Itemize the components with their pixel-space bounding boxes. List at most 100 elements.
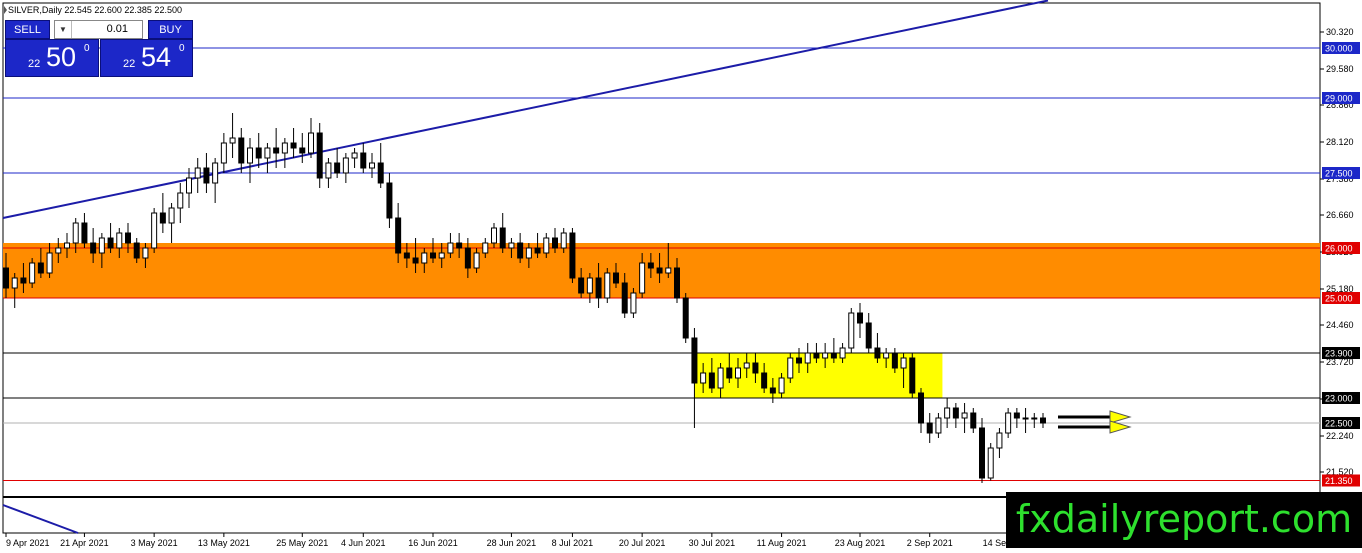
candle-body-bull: [194, 167, 201, 179]
sell-price-prefix: 22: [28, 58, 41, 70]
candle: [630, 288, 637, 318]
buy-price-big: 54: [141, 42, 172, 72]
x-tick-label: 25 May 2021: [276, 538, 328, 548]
candle-body-bull: [560, 232, 567, 249]
candle-body-bear: [909, 357, 916, 394]
candle-body-bull: [935, 417, 942, 434]
candle-body-bear: [81, 222, 88, 244]
candle-body-bull: [1005, 412, 1012, 434]
candle: [909, 353, 916, 398]
candle-body-bear: [125, 232, 131, 244]
candle-body-bull: [281, 142, 288, 154]
buy-price-prefix: 22: [123, 58, 136, 70]
x-tick-label: 2 Sep 2021: [907, 538, 953, 548]
sell-price-box[interactable]: 22 50 0: [5, 39, 99, 77]
candle-body-bear: [647, 262, 654, 269]
candle-body-bear: [761, 372, 768, 389]
candle-body-bear: [3, 267, 9, 289]
candle-body-bull: [883, 352, 890, 359]
x-tick-label: 4 Jun 2021: [341, 538, 386, 548]
candle-body-bear: [20, 277, 27, 284]
candle-body-bear: [456, 242, 463, 249]
candle-body-bear: [830, 352, 837, 359]
candle: [682, 293, 689, 343]
candle-body-bear: [674, 267, 680, 299]
candle-body-bear: [569, 232, 576, 279]
candle-body-bear: [316, 132, 323, 179]
candle-body-bull: [822, 352, 829, 359]
candle-body-bull: [325, 162, 332, 179]
candle-body-bull: [351, 152, 358, 159]
candle-body-bear: [926, 422, 933, 434]
candle-body-bear: [613, 272, 619, 284]
sell-button[interactable]: SELL: [5, 20, 50, 39]
level-label: 25.000: [1325, 294, 1353, 304]
candle-body-bull: [508, 242, 515, 249]
candle-body-bull: [525, 247, 532, 259]
candle-body-bear: [386, 182, 393, 219]
candle-body-bear: [682, 297, 689, 339]
candle-body-bull: [778, 377, 785, 394]
candle-body-bull: [482, 242, 489, 254]
candle: [848, 308, 855, 353]
candle: [316, 123, 323, 188]
chart-window: 30.32029.58028.86028.12027.38026.66025.9…: [0, 0, 1362, 553]
buy-price-box[interactable]: 22 54 0: [100, 39, 193, 77]
lot-dropdown-icon[interactable]: ▼: [55, 21, 72, 38]
candle-body-bear: [203, 167, 210, 184]
one-click-trading-panel: SELL ▼ 0.01 BUY 22 50 0 22 54 0: [5, 20, 193, 78]
candle-body-bull: [212, 162, 219, 184]
candle-body-bull: [55, 247, 62, 254]
level-label: 27.500: [1325, 169, 1353, 179]
candle-body-bear: [464, 247, 471, 269]
buy-price-sup: 0: [179, 43, 185, 54]
candle-body-bull: [665, 267, 672, 274]
candle-body-bull: [116, 232, 123, 249]
candle-body-bear: [752, 362, 759, 374]
candle-body-bull: [996, 432, 1003, 449]
buy-button[interactable]: BUY: [148, 20, 193, 39]
candle-body-bear: [621, 282, 628, 314]
candle-body-bull: [151, 212, 158, 249]
candle-body-bear: [430, 252, 436, 259]
lot-size-field[interactable]: ▼ 0.01: [54, 20, 143, 39]
candle-body-bear: [499, 227, 506, 249]
candle-body-bear: [796, 357, 802, 364]
candle-body-bull: [1022, 417, 1029, 420]
candle-body-bear: [578, 277, 585, 294]
candle-body-bear: [273, 147, 280, 154]
candle-body-bear: [595, 277, 602, 299]
chart-header-ohlc: SILVER,Daily 22.545 22.600 22.385 22.500: [8, 5, 182, 15]
candle-body-bull: [717, 367, 724, 389]
candle: [569, 228, 576, 283]
x-tick-label: 28 Jun 2021: [487, 538, 537, 548]
x-tick-label: 11 Aug 2021: [757, 538, 807, 548]
y-tick-label: 30.320: [1326, 27, 1354, 37]
price-chart[interactable]: 30.32029.58028.86028.12027.38026.66025.9…: [0, 0, 1362, 553]
candle-body-bear: [970, 412, 977, 429]
candle-body-bear: [813, 352, 820, 359]
candle-body-bull: [342, 157, 349, 174]
candle-body-bear: [552, 237, 558, 249]
x-tick-label: 13 May 2021: [198, 538, 250, 548]
candle-body-bear: [360, 152, 367, 169]
candle-body-bear: [377, 162, 384, 184]
candle-body-bear: [691, 337, 698, 384]
candle-body-bear: [874, 347, 881, 359]
x-tick-label: 8 Jul 2021: [552, 538, 594, 548]
candle-body-bull: [543, 237, 550, 254]
y-tick-label: 29.580: [1326, 64, 1354, 74]
candle-body-bull: [46, 252, 53, 274]
candle: [1005, 408, 1012, 438]
candle-body-bear: [37, 262, 44, 274]
x-tick-label: 23 Aug 2021: [835, 538, 886, 548]
candle-body-bear: [865, 322, 872, 349]
sell-price-big: 50: [46, 42, 77, 72]
watermark-logo: fxdailyreport.com: [1006, 492, 1362, 548]
y-tick-label: 26.660: [1326, 210, 1354, 220]
candle-body-bear: [891, 352, 898, 369]
candle: [979, 418, 985, 483]
x-tick-label: 20 Jul 2021: [619, 538, 666, 548]
candle-body-bull: [229, 137, 236, 144]
candle: [787, 353, 794, 383]
